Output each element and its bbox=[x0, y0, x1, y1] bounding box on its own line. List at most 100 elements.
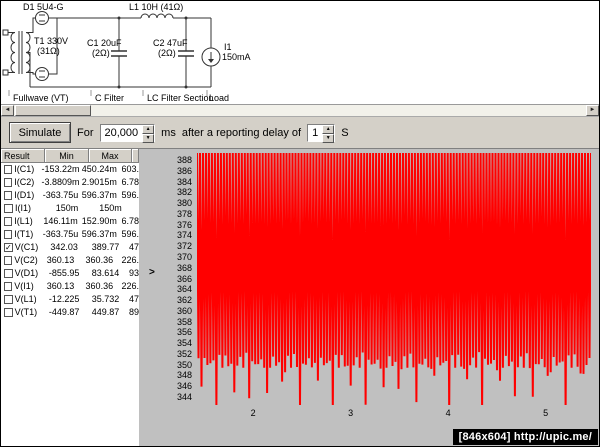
table-row[interactable]: I(C2) -3.8809m 2.9015m 6.78 bbox=[1, 176, 139, 189]
delay-spinner[interactable]: 1 ▲ ▼ bbox=[307, 123, 336, 143]
duration-spinner[interactable]: 20,000 ▲ ▼ bbox=[99, 123, 156, 143]
result-max: 450.24m bbox=[81, 164, 117, 174]
component-label-d1: D1 5U4-G bbox=[23, 2, 64, 12]
result-max: 389.77 bbox=[91, 242, 120, 252]
result-name: V(I1) bbox=[14, 281, 34, 291]
result-min: -449.87 bbox=[48, 307, 80, 317]
table-row[interactable]: ✓ V(C1) 342.03 389.77 47 bbox=[1, 241, 139, 254]
result-max: 596.37m bbox=[81, 229, 117, 239]
circuit-drawing bbox=[2, 11, 221, 96]
section-label-lcfilter: LC Filter Section bbox=[147, 93, 214, 103]
y-tick-label: 348 bbox=[176, 370, 192, 381]
scroll-left-button[interactable]: ◄ bbox=[1, 105, 14, 116]
result-min: -12.225 bbox=[48, 294, 80, 304]
result-checkbox[interactable]: ✓ bbox=[4, 243, 13, 252]
result-min: 146.11m bbox=[43, 216, 78, 226]
x-tick-label: 3 bbox=[348, 408, 354, 418]
component-label-t1: T1 330V bbox=[34, 36, 69, 46]
result-extra bbox=[132, 202, 135, 215]
y-tick-label: 384 bbox=[176, 176, 192, 187]
y-tick-label: 354 bbox=[176, 338, 192, 349]
result-min: -363.75u bbox=[42, 190, 79, 200]
simulate-button[interactable]: Simulate bbox=[9, 122, 71, 143]
scroll-right-button[interactable]: ► bbox=[586, 105, 599, 116]
result-checkbox[interactable] bbox=[4, 204, 13, 213]
results-table: Result Min Max I(C1) -153.22m 450.24m 603. I… bbox=[1, 149, 139, 446]
result-checkbox[interactable] bbox=[4, 295, 13, 304]
schematic-hscrollbar[interactable]: ◄ ► bbox=[1, 105, 599, 117]
result-max: 83.614 bbox=[91, 268, 120, 278]
column-header-min[interactable]: Min bbox=[45, 149, 89, 163]
column-header-max[interactable]: Max bbox=[89, 149, 132, 163]
component-label-c2-ohms: (2Ω) bbox=[158, 48, 176, 58]
spinner-arrows-icon[interactable]: ▲ ▼ bbox=[142, 124, 155, 143]
result-checkbox[interactable] bbox=[4, 178, 13, 187]
table-row[interactable]: V(I1) 360.13 360.36 226. bbox=[1, 280, 139, 293]
result-checkbox[interactable] bbox=[4, 217, 13, 226]
result-checkbox[interactable] bbox=[4, 191, 13, 200]
result-name: I(I1) bbox=[15, 203, 32, 213]
y-tick-label: 362 bbox=[176, 295, 192, 305]
spinner-arrows-icon[interactable]: ▲ ▼ bbox=[322, 124, 335, 143]
component-label-i1: I1 bbox=[224, 42, 232, 52]
table-row[interactable]: I(I1) 150m 150m bbox=[1, 202, 139, 215]
plot-area[interactable] bbox=[197, 153, 591, 405]
component-label-c2: C2 47uF bbox=[153, 38, 188, 48]
result-max: 360.36 bbox=[85, 255, 114, 265]
result-extra: 596. bbox=[121, 190, 139, 200]
result-checkbox[interactable] bbox=[4, 256, 13, 265]
result-checkbox[interactable] bbox=[4, 165, 13, 174]
duration-value[interactable]: 20,000 bbox=[101, 125, 143, 141]
y-tick-label: 376 bbox=[176, 219, 192, 230]
scrollbar-thumb[interactable] bbox=[15, 105, 91, 116]
result-checkbox[interactable] bbox=[4, 282, 13, 291]
column-header-result[interactable]: Result bbox=[1, 149, 45, 163]
section-label-load: Load bbox=[209, 93, 230, 103]
result-extra: 47 bbox=[128, 242, 139, 252]
result-min: -153.22m bbox=[41, 164, 80, 174]
table-row[interactable]: V(D1) -855.95 83.614 93 bbox=[1, 267, 139, 280]
chart-area: > 388 386 384 382 380 378 376 374 372 370 368 366 36… bbox=[139, 149, 599, 446]
result-extra: 596. bbox=[121, 229, 139, 239]
table-header: Result Min Max bbox=[1, 149, 139, 163]
y-tick-label: 388 bbox=[176, 155, 192, 165]
x-tick-label: 4 bbox=[445, 408, 451, 418]
result-name: I(D1) bbox=[14, 190, 35, 200]
y-tick-label: 378 bbox=[176, 208, 192, 219]
result-min: -363.75u bbox=[42, 229, 79, 239]
component-label-l1: L1 10H (41Ω) bbox=[129, 2, 184, 12]
delay-value[interactable]: 1 bbox=[308, 125, 322, 141]
section-label-fullwave: Fullwave (VT) bbox=[13, 93, 69, 103]
result-min: 360.13 bbox=[46, 281, 75, 291]
result-checkbox[interactable] bbox=[4, 308, 13, 317]
y-tick-label: 364 bbox=[176, 284, 192, 295]
schematic-panel[interactable]: D1 5U4-G T1 330V (31Ω) C1 20uF (2Ω) L1 1… bbox=[1, 1, 599, 105]
table-row[interactable]: V(C2) 360.13 360.36 226. bbox=[1, 254, 139, 267]
result-max: 360.36 bbox=[85, 281, 114, 291]
y-tick-label: 386 bbox=[176, 165, 192, 176]
result-checkbox[interactable] bbox=[4, 269, 13, 278]
y-tick-label: 382 bbox=[176, 187, 192, 198]
table-row[interactable]: V(T1) -449.87 449.87 89 bbox=[1, 306, 139, 319]
table-row[interactable]: I(C1) -153.22m 450.24m 603. bbox=[1, 163, 139, 176]
result-extra: 226. bbox=[121, 255, 139, 265]
result-min: 150m bbox=[55, 203, 79, 213]
table-row[interactable]: I(D1) -363.75u 596.37m 596. bbox=[1, 189, 139, 202]
result-extra: 6.78 bbox=[121, 216, 139, 226]
y-tick-label: 352 bbox=[176, 348, 192, 359]
table-row[interactable]: I(L1) 146.11m 152.90m 6.78 bbox=[1, 215, 139, 228]
result-extra: 93 bbox=[128, 268, 139, 278]
table-row[interactable]: V(L1) -12.225 35.732 47 bbox=[1, 293, 139, 306]
result-extra: 89 bbox=[128, 307, 139, 317]
x-axis: 2 3 4 5 bbox=[197, 408, 591, 420]
column-header-extra[interactable] bbox=[132, 149, 139, 163]
result-extra: 226. bbox=[121, 281, 139, 291]
scrollbar-track[interactable] bbox=[14, 105, 586, 116]
table-row[interactable]: I(T1) -363.75u 596.37m 596. bbox=[1, 228, 139, 241]
result-extra: 6.78 bbox=[121, 177, 139, 187]
result-name: V(T1) bbox=[14, 307, 38, 317]
result-max: 2.9015m bbox=[81, 177, 117, 187]
section-label-cfilter: C Filter bbox=[95, 93, 124, 103]
result-checkbox[interactable] bbox=[4, 230, 13, 239]
result-extra: 47 bbox=[128, 294, 139, 304]
